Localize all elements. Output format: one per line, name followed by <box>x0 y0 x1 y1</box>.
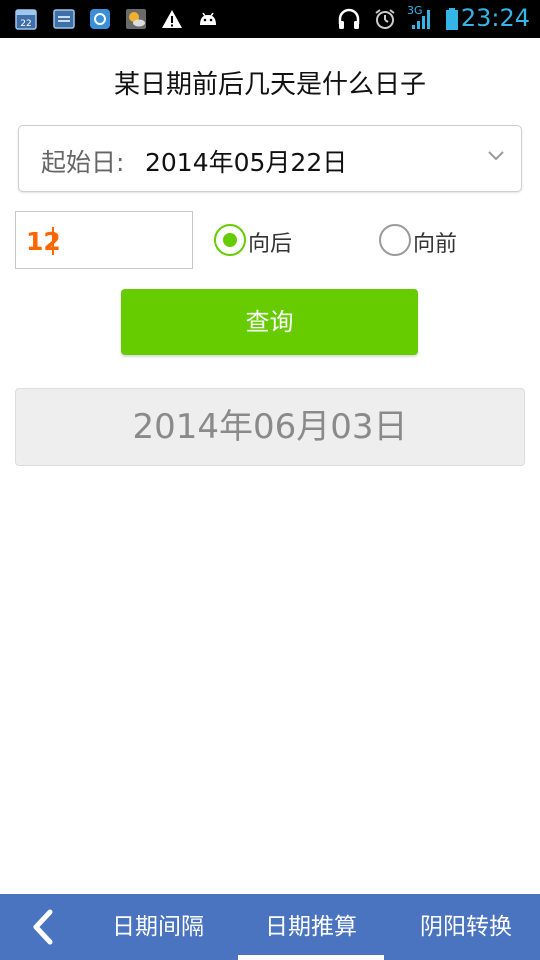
message-icon <box>53 9 75 29</box>
days-input[interactable]: 12 <box>15 211 193 269</box>
bottom-nav: 日期间隔 日期推算 阴阳转换 <box>0 894 540 960</box>
query-button[interactable]: 查询 <box>121 289 418 355</box>
radio-backward-label: 向后 <box>248 232 293 257</box>
start-date-value: 2014年05月22日 <box>145 148 348 177</box>
result-display: 2014年06月03日 <box>15 388 525 466</box>
warning-icon <box>162 10 182 28</box>
back-arrow-icon[interactable] <box>26 908 62 946</box>
tab-date-calculation[interactable]: 日期推算 <box>238 894 384 960</box>
radio-circle <box>379 224 411 256</box>
status-bar: 22 3G 23:24 <box>0 0 540 38</box>
tab-lunar-solar-conversion[interactable]: 阴阳转换 <box>408 894 524 960</box>
app-icon <box>90 9 110 29</box>
page-title: 某日期前后几天是什么日子 <box>113 70 426 100</box>
text-cursor <box>52 227 54 255</box>
start-date-label: 起始日: <box>41 148 125 177</box>
chevron-down-icon <box>488 151 504 161</box>
alarm-icon <box>375 9 395 29</box>
signal-icon <box>412 10 430 29</box>
android-icon <box>200 12 216 25</box>
tab-date-interval[interactable]: 日期间隔 <box>100 894 216 960</box>
headphones-icon <box>338 8 360 29</box>
weather-icon <box>126 9 146 29</box>
radio-forward-label: 向前 <box>413 232 458 257</box>
days-input-value: 12 <box>26 227 61 256</box>
radio-selected-dot <box>223 233 237 247</box>
svg-text:22: 22 <box>20 19 31 29</box>
clock: 23:24 <box>460 4 530 32</box>
calendar-icon: 22 <box>15 9 37 30</box>
start-date-selector[interactable]: 起始日: 2014年05月22日 <box>18 125 522 192</box>
radio-circle <box>214 224 246 256</box>
